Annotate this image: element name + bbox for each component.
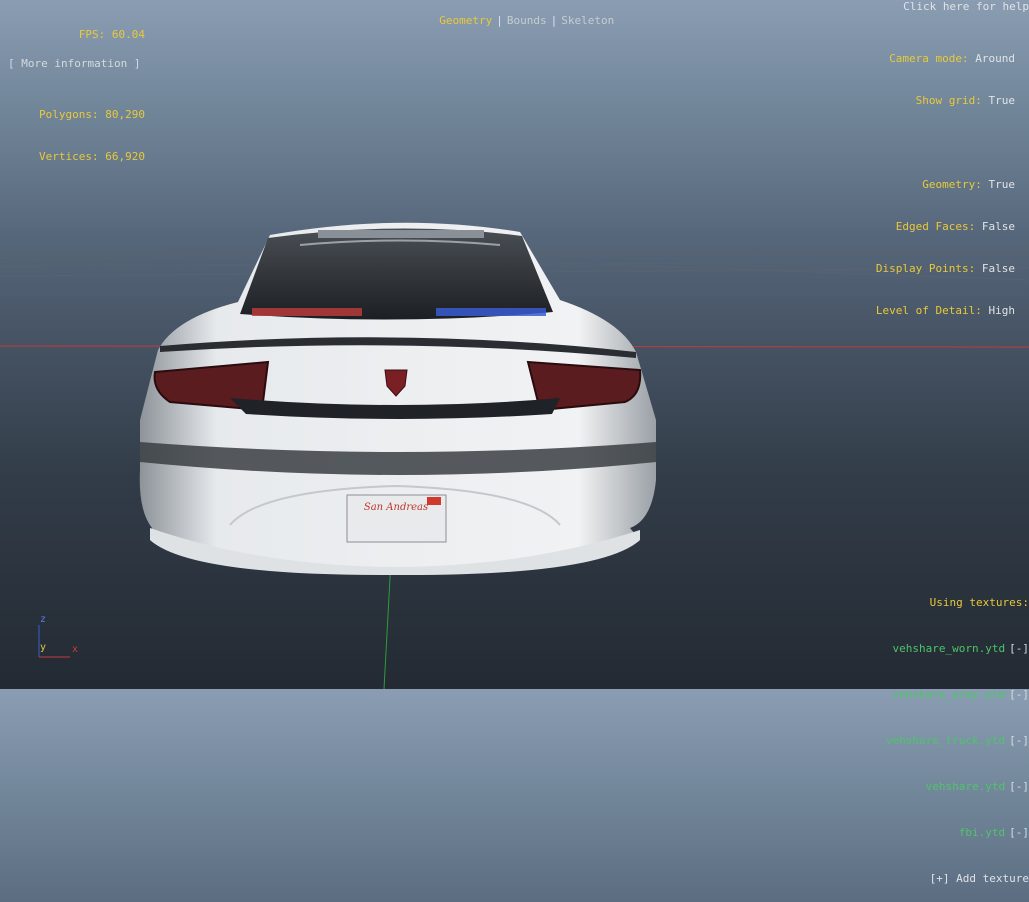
camera-mode-setting[interactable]: Camera mode: Around: [876, 52, 1015, 66]
edged-faces-setting[interactable]: Edged Faces: False: [876, 220, 1015, 234]
remove-texture-button[interactable]: [-]: [1009, 780, 1029, 793]
display-points-label: Display Points:: [875, 262, 976, 275]
texture-name[interactable]: vehshare.ytd: [926, 780, 1005, 793]
lod-setting[interactable]: Level of Detail: High: [876, 304, 1015, 318]
rear-roof-glass: [318, 230, 484, 238]
geometry-label: Geometry:: [922, 178, 982, 191]
display-points-value: False: [981, 262, 1015, 275]
tab-separator: |: [550, 14, 558, 27]
list-item: vehshare_truck.ytd [-]: [886, 732, 1029, 750]
add-texture-button[interactable]: [+] Add texture: [886, 870, 1029, 888]
help-link[interactable]: Click here for help: [889, 0, 1029, 14]
polygons-label: Polygons:: [39, 108, 99, 121]
remove-texture-button[interactable]: [-]: [1009, 642, 1029, 655]
vertices-label: Vertices:: [39, 150, 99, 163]
plate-state-text: San Andreas: [364, 502, 428, 513]
textures-heading: Using textures:: [929, 596, 1029, 609]
remove-texture-button[interactable]: [-]: [1009, 688, 1029, 701]
more-information-link[interactable]: [ More information ]: [8, 57, 140, 71]
lod-value: High: [988, 304, 1016, 317]
show-grid-label: Show grid:: [915, 94, 982, 107]
axis-y-label: y: [40, 642, 46, 653]
texture-name[interactable]: fbi.ytd: [959, 826, 1005, 839]
axis-gizmo: z y x: [38, 614, 78, 658]
viewer-settings: Camera mode: Around Show grid: True Geom…: [876, 24, 1015, 332]
display-points-setting[interactable]: Display Points: False: [876, 262, 1015, 276]
render-stats: FPS: 60.04 Polygons: 80,290 Vertices: 66…: [0, 0, 145, 178]
texture-list: Using textures: vehshare_worn.ytd [-] veh…: [886, 566, 1029, 902]
tab-geometry[interactable]: Geometry: [439, 14, 492, 27]
list-item: vehshare_worn.ytd [-]: [886, 640, 1029, 658]
rear-window-blue-light: [436, 308, 546, 316]
edged-faces-value: False: [981, 220, 1015, 233]
polygons-value: 80,290: [105, 108, 145, 121]
list-item: vehshare.ytd [-]: [886, 778, 1029, 796]
axis-z-label: z: [40, 614, 46, 625]
remove-texture-button[interactable]: [-]: [1009, 826, 1029, 839]
texture-name[interactable]: vehshare_worn.ytd: [893, 642, 1006, 655]
show-grid-setting[interactable]: Show grid: True: [876, 94, 1015, 108]
axis-x-label: x: [72, 644, 78, 655]
texture-name[interactable]: vehshare_army.ytd: [893, 688, 1006, 701]
tab-skeleton[interactable]: Skeleton: [561, 14, 614, 27]
view-mode-tabs: Geometry | Bounds | Skeleton: [426, 0, 614, 28]
fps-value: 60.04: [111, 28, 145, 41]
car-model: San Andreas: [139, 222, 656, 576]
remove-texture-button[interactable]: [-]: [1009, 734, 1029, 747]
geometry-value: True: [988, 178, 1016, 191]
model-viewport[interactable]: San Andreas z y x: [0, 0, 1029, 689]
edged-faces-label: Edged Faces:: [895, 220, 976, 233]
tab-separator: |: [496, 14, 503, 27]
camera-mode-label: Camera mode:: [889, 52, 969, 65]
lod-label: Level of Detail:: [875, 304, 982, 317]
rear-window-red-light: [252, 308, 362, 316]
vertices-value: 66,920: [105, 150, 145, 163]
geometry-setting[interactable]: Geometry: True: [876, 178, 1015, 192]
fps-label: FPS:: [78, 28, 106, 41]
help-label: Click here for help: [903, 0, 1029, 13]
show-grid-value: True: [988, 94, 1016, 107]
texture-name[interactable]: vehshare_truck.ytd: [886, 734, 1005, 747]
camera-mode-value: Around: [975, 52, 1015, 65]
tab-bounds[interactable]: Bounds: [507, 14, 547, 27]
list-item: fbi.ytd [-]: [886, 824, 1029, 842]
